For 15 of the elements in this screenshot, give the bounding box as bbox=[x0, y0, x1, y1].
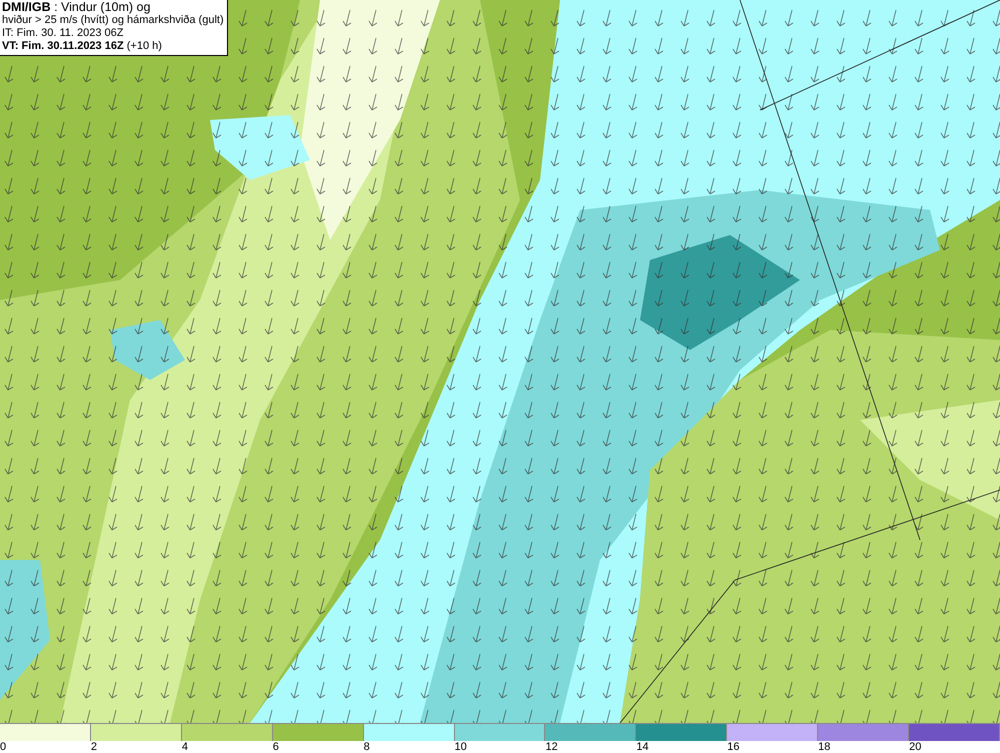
legend-label: 14 bbox=[635, 741, 649, 753]
legend-label: 6 bbox=[272, 741, 279, 753]
legend-label: 20 bbox=[908, 741, 922, 753]
title-line: DMI/IGB : Vindur (10m) og bbox=[2, 1, 152, 14]
legend-label: 16 bbox=[726, 741, 740, 753]
legend-label: 2 bbox=[90, 741, 98, 753]
legend-label: 0 bbox=[0, 741, 6, 753]
title-line: IT: Fim. 30. 11. 2023 06Z bbox=[2, 27, 124, 40]
legend-label: 8 bbox=[362, 741, 370, 753]
legend-label: 12 bbox=[544, 741, 558, 753]
title-line: VT: Fim. 30.11.2023 16Z (+10 h) bbox=[2, 40, 163, 53]
legend-label: 4 bbox=[180, 741, 188, 753]
title-line: hviður > 25 m/s (hvítt) og hámarkshviða (gult) bbox=[2, 14, 224, 27]
legend-label: 18 bbox=[817, 741, 830, 753]
legend-label: 10 bbox=[454, 741, 467, 753]
